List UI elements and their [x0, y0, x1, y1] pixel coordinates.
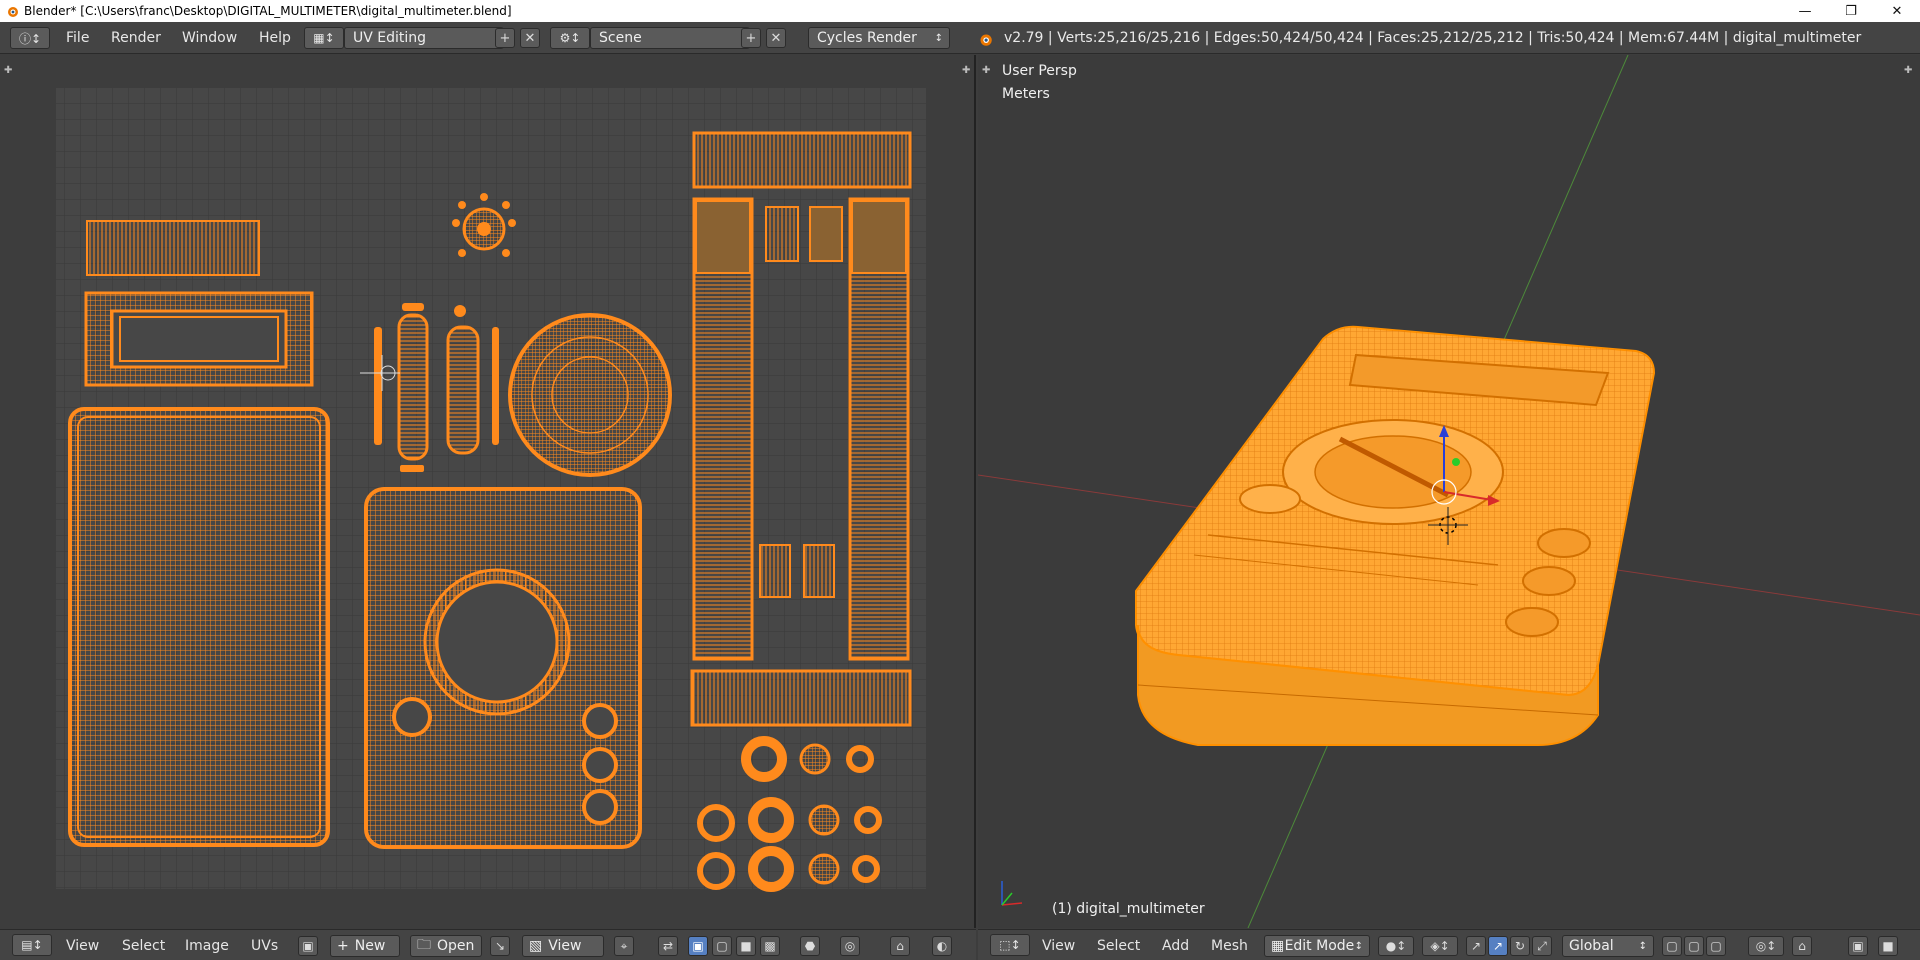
add-layout-icon[interactable]: + [495, 28, 515, 48]
plus-icon: + [337, 938, 349, 954]
window-titlebar: Blender* [C:\Users\franc\Desktop\DIGITAL… [0, 0, 1920, 22]
pivot-dropdown-icon[interactable]: ◈↕ [1422, 936, 1458, 956]
3d-viewport-header: ⬚↕ View Select Add Mesh ▦ Edit Mode ↕ ●↕… [978, 929, 1920, 960]
orientation-dropdown[interactable]: Global ↕ [1562, 935, 1654, 957]
uv-island [86, 220, 260, 276]
island-select-icon[interactable]: ▩ [760, 936, 780, 956]
snap-icon[interactable]: ⌂ [1792, 936, 1812, 956]
scale-icon[interactable]: ⤢ [1532, 936, 1552, 956]
image-editor-icon: ▤↕ [21, 938, 43, 952]
info-icon: ⓘ↕ [18, 31, 42, 46]
editor-type-button[interactable]: ▤↕ [12, 934, 52, 956]
uv-menu-image[interactable]: Image [185, 938, 229, 954]
orientation-label: Global [1569, 938, 1614, 954]
blender-logo-icon [8, 7, 18, 17]
remove-layout-icon[interactable]: ✕ [520, 28, 540, 48]
manipulator-toggle-icon[interactable]: ↗ [1466, 936, 1486, 956]
rotate-icon[interactable]: ↻ [1510, 936, 1530, 956]
info-header: ⓘ↕ File Render Window Help ▦↕ UV Editing… [0, 22, 1920, 54]
scene-field[interactable]: Scene [590, 27, 750, 49]
edit-mode-icon: ▦ [1271, 938, 1285, 954]
uv-canvas[interactable] [0, 55, 976, 928]
open-image-button[interactable]: 🗀 Open [410, 935, 482, 957]
snap-icon[interactable]: ⌂ [890, 936, 910, 956]
edge-select-icon[interactable]: ▢ [712, 936, 732, 956]
dropdown-arrow-icon: ↕ [1354, 940, 1363, 952]
dropdown-arrow-icon: ↕ [934, 32, 943, 44]
blender-logo-icon [980, 34, 992, 46]
menu-window[interactable]: Window [182, 30, 237, 46]
screen-layout-browse-button[interactable]: ▦↕ [304, 27, 344, 49]
render-engine-label: Cycles Render [817, 30, 917, 46]
translate-icon[interactable]: ↗ [1488, 936, 1508, 956]
screen-layout-field[interactable]: UV Editing [344, 27, 504, 49]
multimeter-mesh [1135, 325, 1656, 746]
window-title: Blender* [C:\Users\franc\Desktop\DIGITAL… [24, 4, 512, 18]
face-select-icon[interactable]: ■ [736, 936, 756, 956]
menu-help[interactable]: Help [259, 30, 291, 46]
new-image-label: New [354, 938, 386, 954]
view3d-menu-add[interactable]: Add [1162, 938, 1189, 954]
new-image-button[interactable]: + New [330, 935, 400, 957]
sticky-mode-icon[interactable]: ⬣ [800, 936, 820, 956]
pin-icon[interactable]: ↘ [490, 936, 510, 956]
scene-browse-button[interactable]: ⚙↕ [550, 27, 590, 49]
view3d-menu-select[interactable]: Select [1097, 938, 1140, 954]
view3d-menu-mesh[interactable]: Mesh [1211, 938, 1248, 954]
uv-island [508, 313, 672, 477]
close-icon[interactable]: ✕ [1874, 0, 1920, 22]
scene-statistics: v2.79 | Verts:25,216/25,216 | Edges:50,4… [1004, 30, 1862, 46]
layer-icon[interactable]: ▢ [1662, 936, 1682, 956]
layer-icon[interactable]: ▢ [1706, 936, 1726, 956]
uv-menu-view[interactable]: View [66, 938, 99, 954]
uv-island [68, 407, 330, 847]
layout-grid-icon: ▦↕ [313, 31, 335, 45]
uv-menu-select[interactable]: Select [122, 938, 165, 954]
render-engine-dropdown[interactable]: Cycles Render ↕ [808, 27, 950, 49]
uv-editor-area[interactable]: ✚ ✚ [0, 55, 976, 928]
3d-scene-canvas[interactable] [978, 55, 1920, 928]
pivot-icon[interactable]: ⌖ [614, 936, 634, 956]
sync-selection-icon[interactable]: ⇄ [658, 936, 678, 956]
proportional-edit-icon[interactable]: ◎ [840, 936, 860, 956]
mode-label: Edit Mode [1284, 938, 1355, 954]
image-browse-icon[interactable]: ▣ [298, 936, 318, 956]
view-mode-label: View [548, 938, 582, 954]
view-mode-icon: ▧ [529, 938, 543, 954]
uv-menu-uvs[interactable]: UVs [251, 938, 278, 954]
screen-layout-name: UV Editing [353, 30, 427, 46]
mode-dropdown[interactable]: ▦ Edit Mode ↕ [1264, 935, 1370, 957]
active-object-label: (1) digital_multimeter [1052, 901, 1205, 917]
scene-icon: ⚙↕ [559, 31, 581, 45]
menu-file[interactable]: File [66, 30, 89, 46]
vertex-select-icon[interactable]: ▣ [688, 936, 708, 956]
shading-dropdown-icon[interactable]: ●↕ [1378, 936, 1414, 956]
info-editor-type-button[interactable]: ⓘ↕ [10, 27, 50, 49]
uv-island [84, 291, 314, 387]
uv-island [364, 487, 642, 849]
3d-viewport-area[interactable]: ✚ ✚ User Persp Meters (1) digital_multim… [978, 55, 1920, 928]
view-mode-dropdown[interactable]: ▧ View [522, 935, 604, 957]
add-scene-icon[interactable]: + [741, 28, 761, 48]
menu-render[interactable]: Render [111, 30, 161, 46]
scene-name: Scene [599, 30, 642, 46]
proportional-edit-icon[interactable]: ◎↕ [1748, 936, 1784, 956]
3d-view-icon: ⬚↕ [999, 938, 1021, 952]
view-axis-icon [1001, 881, 1023, 906]
restore-icon[interactable]: ❐ [1828, 0, 1874, 22]
render-preview-icon[interactable]: ▣ [1848, 936, 1868, 956]
folder-icon: 🗀 [417, 937, 431, 953]
layer-icon[interactable]: ▢ [1684, 936, 1704, 956]
open-image-label: Open [437, 938, 475, 954]
uv-editor-header: ▤↕ View Select Image UVs ▣ + New 🗀 Open … [0, 929, 976, 960]
view3d-menu-view[interactable]: View [1042, 938, 1075, 954]
remove-scene-icon[interactable]: ✕ [766, 28, 786, 48]
lock-icon[interactable]: ◐ [932, 936, 952, 956]
editor-type-button[interactable]: ⬚↕ [990, 934, 1030, 956]
minimize-icon[interactable]: — [1782, 0, 1828, 22]
camera-icon[interactable]: ■ [1878, 936, 1898, 956]
dropdown-arrow-icon: ↕ [1638, 940, 1647, 952]
